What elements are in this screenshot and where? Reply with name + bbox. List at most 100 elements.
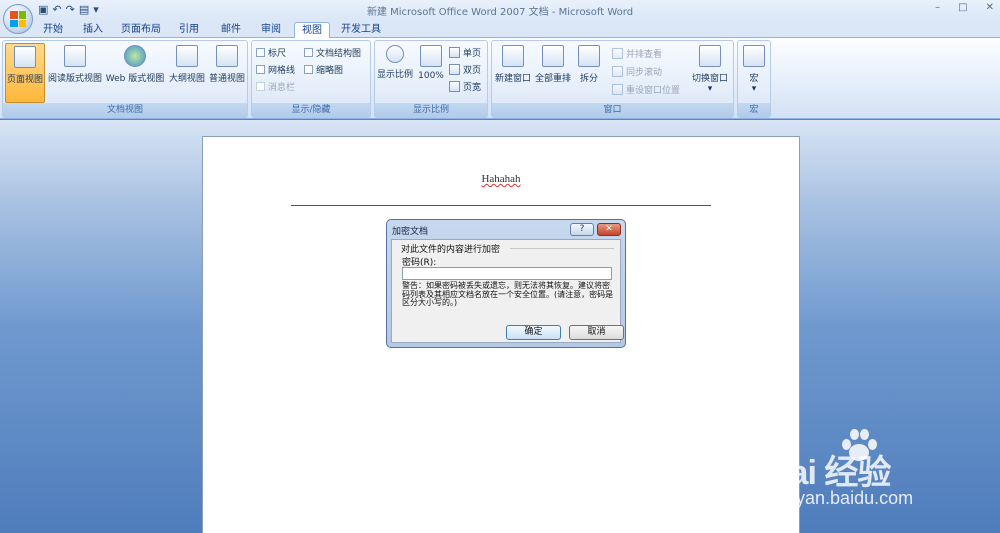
tab-view[interactable]: 视图	[294, 22, 330, 39]
macros-label: 宏	[749, 74, 759, 84]
zoom-label: 显示比例	[377, 70, 414, 80]
macros-dropdown-icon: ▾	[751, 84, 757, 94]
new-window-icon	[502, 45, 524, 67]
arrange-all-label: 全部重排	[534, 74, 571, 84]
ribbon: 页面视图 阅读版式视图 Web 版式视图 大纲视图 普通视图 文档视图 标尺 文…	[0, 38, 1000, 119]
watermark-brand: Bai 经验	[766, 454, 891, 492]
group-label-zoom: 显示比例	[375, 103, 487, 117]
split-icon	[578, 45, 600, 67]
group-label-macros: 宏	[738, 103, 770, 117]
print-layout-icon	[14, 46, 36, 68]
group-zoom: 显示比例 100% 单页 双页 页宽 显示比例	[374, 40, 488, 118]
macros-button[interactable]: 宏 ▾	[740, 43, 768, 103]
minimize-button[interactable]: –	[935, 2, 940, 13]
tab-insert[interactable]: 插入	[76, 22, 110, 39]
draft-view-button[interactable]: 普通视图	[207, 43, 247, 103]
full-screen-reading-button[interactable]: 阅读版式视图	[47, 43, 103, 103]
zoom-100-button[interactable]: 100%	[417, 43, 445, 103]
dialog-close-button[interactable]: ✕	[597, 223, 621, 236]
encrypt-document-dialog: 加密文档 ? ✕ 对此文件的内容进行加密 密码(R): 警告：如果密码被丢失或遗…	[386, 219, 626, 348]
header-text: Hahahah	[481, 173, 521, 185]
switch-windows-button[interactable]: 切换窗口 ▾	[690, 43, 730, 103]
document-map-check-icon	[304, 48, 313, 57]
ok-button[interactable]: 确定	[506, 325, 561, 340]
group-macros: 宏 ▾ 宏	[737, 40, 771, 118]
arrange-all-icon	[542, 45, 564, 67]
two-pages-label: 双页	[463, 66, 482, 76]
office-logo-icon	[10, 11, 26, 27]
page-width-button[interactable]: 页宽	[449, 80, 481, 93]
password-input[interactable]	[402, 267, 612, 280]
document-map-checkbox[interactable]: 文档结构图	[304, 46, 361, 59]
one-page-label: 单页	[463, 49, 482, 59]
ruler-check-icon	[256, 48, 265, 57]
split-label: 拆分	[579, 74, 598, 84]
title-bar: ▣ ↶ ↷ ▤ ▾ 新建 Microsoft Office Word 2007 …	[0, 0, 1000, 20]
one-page-icon	[449, 47, 460, 58]
document-map-label: 文档结构图	[316, 49, 362, 59]
macros-icon	[743, 45, 765, 67]
two-pages-button[interactable]: 双页	[449, 63, 481, 76]
message-bar-check-icon	[256, 82, 265, 91]
view-side-by-side-label: 并排查看	[626, 50, 663, 60]
reading-layout-icon	[64, 45, 86, 67]
switch-windows-icon	[699, 45, 721, 67]
two-pages-icon	[449, 64, 460, 75]
one-page-button[interactable]: 单页	[449, 46, 481, 59]
gridlines-check-icon	[256, 65, 265, 74]
cancel-button[interactable]: 取消	[569, 325, 624, 340]
tab-review[interactable]: 审阅	[254, 22, 288, 39]
synchronous-scrolling-label: 同步滚动	[626, 68, 663, 78]
group-show-hide: 标尺 文档结构图 网格线 缩略图 消息栏 显示/隐藏	[251, 40, 371, 118]
print-layout-button[interactable]: 页面视图	[5, 43, 45, 103]
message-bar-label: 消息栏	[268, 83, 296, 93]
dialog-help-button[interactable]: ?	[570, 223, 594, 236]
group-label-show-hide: 显示/隐藏	[252, 103, 370, 117]
message-bar-checkbox: 消息栏	[256, 80, 295, 93]
close-button[interactable]: ✕	[986, 2, 994, 13]
gridlines-checkbox[interactable]: 网格线	[256, 63, 295, 76]
tab-references[interactable]: 引用	[172, 22, 206, 39]
office-button[interactable]	[3, 4, 33, 34]
new-window-label: 新建窗口	[494, 74, 531, 84]
outline-icon	[176, 45, 198, 67]
ruler-checkbox[interactable]: 标尺	[256, 46, 286, 59]
group-window: 新建窗口 全部重排 拆分 并排查看 同步滚动 重设窗口位置 切换窗口 ▾ 窗口	[491, 40, 734, 118]
switch-windows-dropdown-icon: ▾	[707, 84, 713, 94]
window-title: 新建 Microsoft Office Word 2007 文档 - Micro…	[366, 7, 634, 18]
gridlines-label: 网格线	[268, 66, 296, 76]
outline-view-label: 大纲视图	[168, 74, 205, 84]
tab-mailings[interactable]: 邮件	[214, 22, 248, 39]
watermark-url: jingyan.baidu.com	[768, 488, 914, 508]
tab-home[interactable]: 开始	[36, 22, 70, 39]
tab-page-layout[interactable]: 页面布局	[118, 22, 164, 39]
thumbnails-checkbox[interactable]: 缩略图	[304, 63, 343, 76]
ruler-label: 标尺	[268, 49, 287, 59]
reset-window-position-button: 重设窗口位置	[612, 83, 680, 96]
zoom-100-label: 100%	[418, 71, 444, 81]
side-by-side-icon	[612, 48, 623, 59]
arrange-all-button[interactable]: 全部重排	[534, 43, 572, 103]
group-label-window: 窗口	[492, 103, 733, 117]
zoom-button[interactable]: 显示比例	[377, 43, 413, 103]
sync-scroll-icon	[612, 66, 623, 77]
draft-icon	[216, 45, 238, 67]
reset-position-icon	[612, 84, 623, 95]
outline-view-button[interactable]: 大纲视图	[167, 43, 207, 103]
page-width-label: 页宽	[463, 83, 482, 93]
maximize-button[interactable]: □	[958, 2, 967, 13]
new-window-button[interactable]: 新建窗口	[494, 43, 532, 103]
page-header[interactable]: Hahahah	[203, 173, 799, 185]
web-layout-label: Web 版式视图	[105, 74, 165, 84]
tab-developer[interactable]: 开发工具	[336, 22, 386, 39]
full-screen-reading-label: 阅读版式视图	[47, 74, 102, 84]
split-button[interactable]: 拆分	[576, 43, 602, 103]
thumbnails-check-icon	[304, 65, 313, 74]
view-side-by-side-button: 并排查看	[612, 47, 662, 60]
reset-window-position-label: 重设窗口位置	[626, 86, 681, 96]
group-document-views: 页面视图 阅读版式视图 Web 版式视图 大纲视图 普通视图 文档视图	[2, 40, 248, 118]
page-100-icon	[420, 45, 442, 67]
print-layout-label: 页面视图	[6, 75, 43, 85]
magnifier-icon	[386, 45, 404, 63]
web-layout-button[interactable]: Web 版式视图	[105, 43, 165, 103]
